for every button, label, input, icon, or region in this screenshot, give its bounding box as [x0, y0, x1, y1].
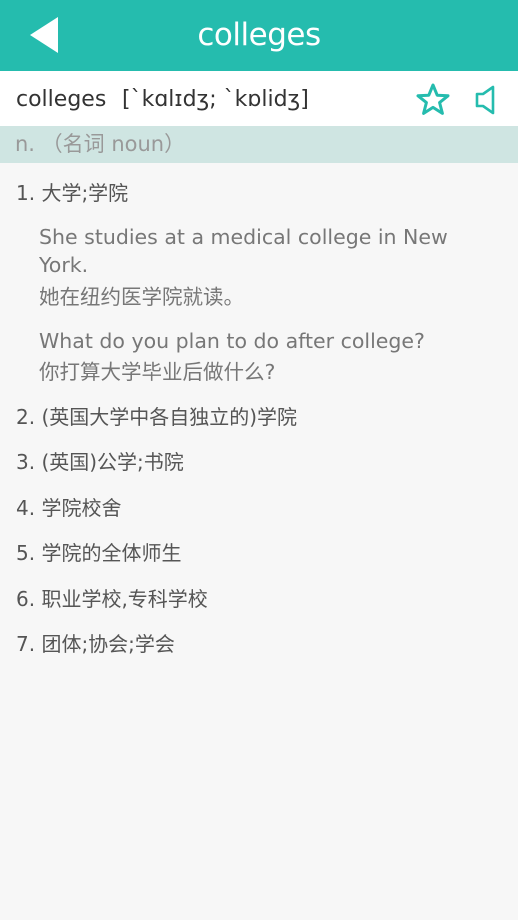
example-sentence-zh: 你打算大学毕业后做什么?	[39, 360, 276, 384]
star-outline-icon	[416, 83, 450, 115]
example-sentence-zh: 她在纽约医学院就读。	[39, 285, 244, 309]
speaker-icon	[475, 85, 495, 115]
example-sentence-en: She studies at a medical college in New …	[39, 225, 448, 277]
page-title: colleges	[197, 17, 321, 53]
pronounce-button[interactable]	[472, 83, 502, 117]
definition-item: 6. 职业学校,专科学校	[16, 587, 208, 611]
definition-item: 2. (英国大学中各自独立的)学院	[16, 405, 298, 429]
nav-bar: colleges	[0, 0, 518, 71]
definition-item: 7. 团体;协会;学会	[16, 632, 175, 656]
phonetic: [`kɑlɪdʒ; `kɒlidʒ]	[122, 87, 309, 112]
headword-bar: colleges [`kɑlɪdʒ; `kɒlidʒ]	[0, 71, 518, 126]
part-of-speech: n. （名词 noun）	[15, 132, 186, 156]
part-of-speech-bar: n. （名词 noun）	[0, 126, 518, 163]
definition-item: 4. 学院校舍	[16, 496, 122, 520]
definition-item: 1. 大学;学院	[16, 181, 129, 205]
definition-item: 3. (英国)公学;书院	[16, 450, 184, 474]
example-sentence-en: What do you plan to do after college?	[39, 329, 425, 353]
definition-item: 5. 学院的全体师生	[16, 541, 182, 565]
favorite-button[interactable]	[416, 83, 450, 117]
headword: colleges	[16, 87, 107, 112]
